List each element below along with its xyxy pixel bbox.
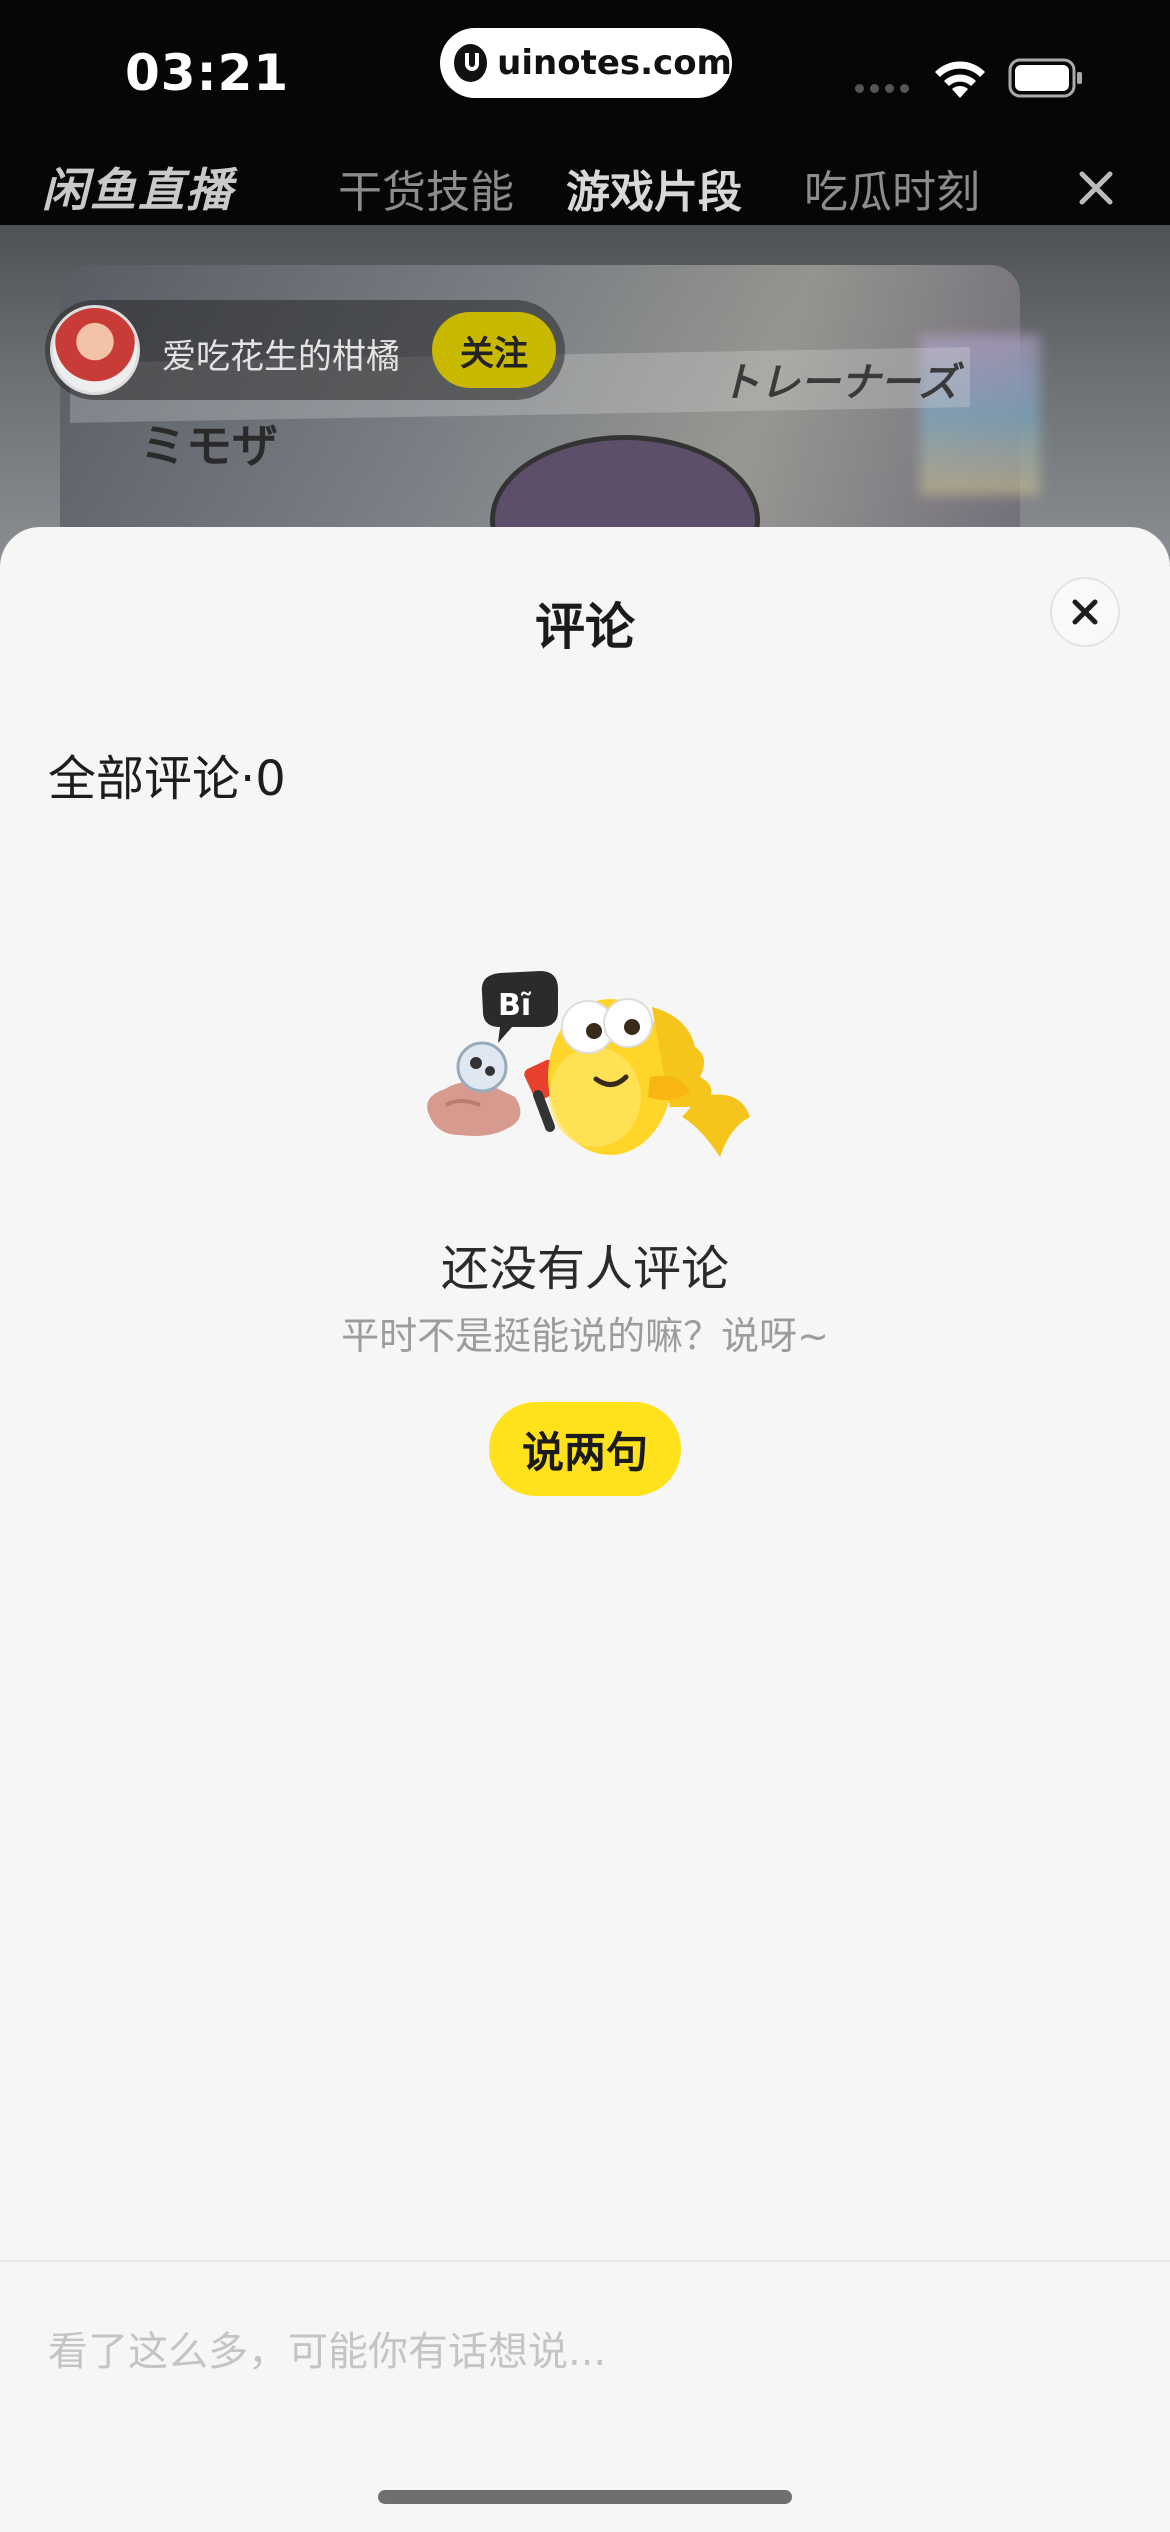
svg-text:Bĩ: Bĩ	[498, 988, 532, 1023]
sheet-close-button[interactable]	[1050, 577, 1120, 647]
streamer-avatar[interactable]	[50, 305, 140, 395]
tab-game-clips[interactable]: 游戏片段	[566, 156, 742, 220]
tab-gossip-moments[interactable]: 吃瓜时刻	[804, 156, 980, 220]
comment-count: 全部评论·0	[48, 751, 286, 807]
close-icon[interactable]	[1076, 154, 1116, 214]
status-time: 03:21	[125, 44, 290, 102]
top-nav: 闲鱼直播 干货技能 游戏片段 吃瓜时刻	[0, 150, 1170, 225]
wifi-icon	[935, 61, 985, 98]
card-name-text: ミモザ	[140, 419, 278, 473]
url-text: uinotes.com	[497, 43, 732, 83]
battery-icon	[1008, 58, 1082, 98]
status-bar: 03:21 uinotes.com	[0, 0, 1170, 150]
brand-logo: 闲鱼直播	[42, 163, 234, 217]
empty-state-subtitle: 平时不是挺能说的嘛？说呀~	[341, 1314, 829, 1358]
close-icon	[1072, 599, 1098, 625]
url-pill: uinotes.com	[440, 28, 732, 98]
tab-dry-goods-skills[interactable]: 干货技能	[338, 156, 514, 220]
streamer-name[interactable]: 爱吃花生的柑橘	[162, 329, 400, 378]
site-logo-icon	[454, 44, 488, 82]
divider	[0, 2260, 1170, 2262]
write-comment-button[interactable]: 说两句	[489, 1402, 681, 1496]
follow-button[interactable]: 关注	[432, 312, 556, 388]
home-indicator[interactable]	[378, 2490, 792, 2504]
card-type-text: トレーナーズ	[720, 360, 958, 406]
fish-mascot-illustration: Bĩ	[427, 971, 750, 1157]
comments-sheet: 评论 全部评论·0 Bĩ 还没有人评论 平时不是挺能说的嘛？说呀~ 说两句 看了…	[0, 527, 1170, 2532]
sheet-title: 评论	[535, 598, 635, 656]
empty-state-title: 还没有人评论	[440, 1241, 729, 1297]
live-video[interactable]: ミモザ トレーナーズ 爱吃花生的柑橘 关注	[0, 225, 1170, 565]
comment-input[interactable]	[48, 2317, 1118, 2387]
speech-bubble-icon: Bĩ	[481, 971, 558, 1043]
cellular-signal-icon	[855, 84, 909, 93]
